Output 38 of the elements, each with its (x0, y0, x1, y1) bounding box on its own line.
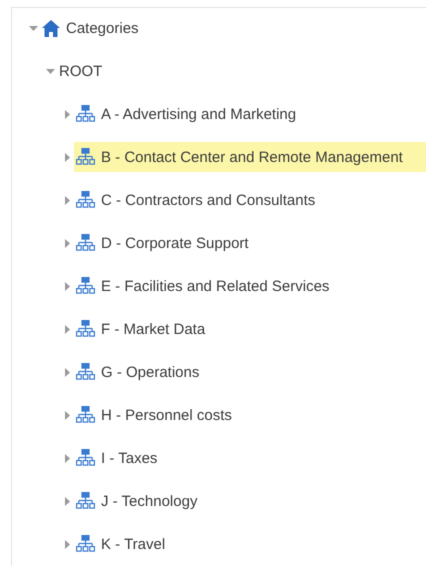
tree-item[interactable]: I - Taxes (74, 443, 426, 473)
hierarchy-icon (76, 105, 95, 123)
collapse-icon[interactable] (28, 26, 38, 30)
tree-item[interactable]: H - Personnel costs (74, 400, 426, 430)
tree-item[interactable]: Categories (40, 13, 426, 43)
expand-icon[interactable] (64, 410, 70, 420)
hierarchy-icon (76, 535, 95, 553)
hierarchy-icon (76, 320, 95, 338)
expand-icon[interactable] (64, 368, 70, 376)
hierarchy-icon (76, 492, 95, 510)
tree-item[interactable]: ROOT (57, 56, 426, 86)
tree-item[interactable]: C - Contractors and Consultants (74, 185, 426, 215)
tree-item[interactable]: E - Facilities and Related Services (74, 271, 426, 301)
expand-icon[interactable] (64, 110, 70, 118)
hierarchy-icon (76, 449, 95, 467)
tree-item[interactable]: F - Market Data (74, 314, 426, 344)
tree-item[interactable]: K - Travel (74, 529, 426, 559)
hierarchy-icon (76, 234, 95, 252)
tree-item[interactable]: A - Advertising and Marketing (74, 99, 426, 129)
home-icon (42, 20, 60, 36)
expand-icon[interactable] (64, 454, 70, 462)
tree-item[interactable]: G - Operations (74, 357, 426, 387)
expand-icon[interactable] (64, 540, 70, 548)
expand-icon[interactable] (64, 324, 70, 334)
expand-icon[interactable] (64, 496, 70, 506)
hierarchy-icon (76, 406, 95, 424)
expand-icon[interactable] (64, 282, 70, 290)
hierarchy-icon (76, 277, 95, 295)
tree-item[interactable]: B - Contact Center and Remote Management (74, 142, 426, 172)
expand-icon[interactable] (64, 152, 70, 162)
expand-icon[interactable] (64, 238, 70, 248)
hierarchy-icon (76, 148, 95, 166)
expand-icon[interactable] (64, 196, 70, 204)
collapse-icon[interactable] (46, 68, 54, 74)
hierarchy-icon (76, 363, 95, 381)
tree-item[interactable]: D - Corporate Support (74, 228, 426, 258)
tree-item[interactable]: J - Technology (74, 486, 426, 516)
hierarchy-icon (76, 191, 95, 209)
